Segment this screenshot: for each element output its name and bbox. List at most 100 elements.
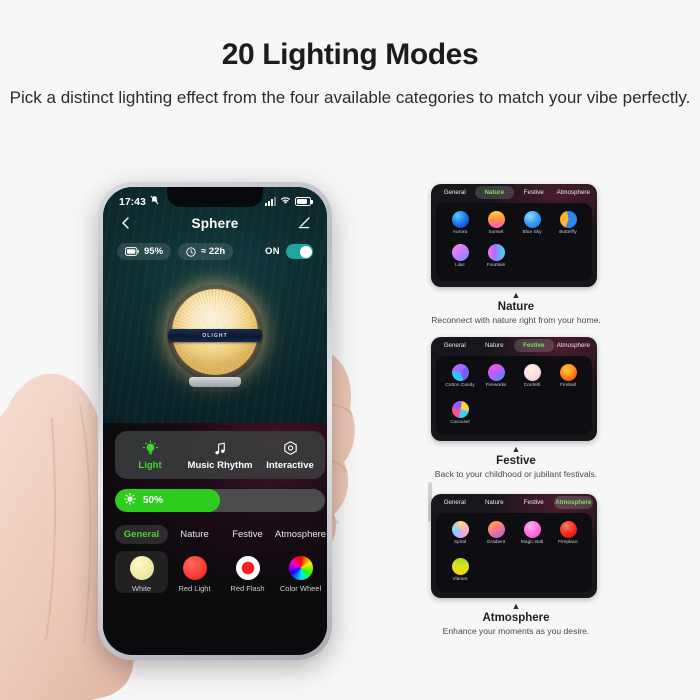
effect-label-fireball: Fireball bbox=[560, 383, 576, 388]
panel-nature-tab-nature[interactable]: Nature bbox=[474, 186, 514, 199]
effect-magic-ball[interactable]: Magic Ball bbox=[514, 521, 550, 546]
effect-swatch-magic-ball bbox=[523, 521, 541, 538]
scene-white[interactable]: White bbox=[115, 551, 168, 593]
effect-butterfly[interactable]: Butterfly bbox=[550, 211, 586, 236]
effect-blue-sky[interactable]: Blue Sky bbox=[514, 211, 550, 236]
brightness-slider[interactable]: 50% bbox=[115, 489, 325, 512]
phone-tab-festive[interactable]: Festive bbox=[221, 525, 274, 544]
panel-atmosphere-tab-general[interactable]: General bbox=[435, 496, 475, 509]
battery-level-icon bbox=[125, 247, 139, 256]
power-toggle-switch[interactable] bbox=[286, 244, 313, 259]
effect-cotton-candy[interactable]: Cotton Candy bbox=[442, 364, 478, 389]
effect-label-blue-sky: Blue Sky bbox=[522, 230, 542, 235]
effect-fireplace[interactable]: Fireplace bbox=[550, 521, 586, 546]
panel-festive-body: Cotton Candy Fireworks Confetti Fireball bbox=[436, 356, 592, 435]
panel-nature-tab-atmosphere[interactable]: Atmosphere bbox=[554, 186, 594, 199]
music-note-icon bbox=[185, 439, 255, 457]
panel-atmosphere-tab-atmosphere[interactable]: Atmosphere bbox=[553, 496, 593, 509]
effect-lilac[interactable]: Lilac bbox=[442, 243, 478, 269]
mode-item-music-rhythm[interactable]: Music Rhythm bbox=[185, 439, 255, 471]
panel-atmosphere-caption: ▲ Atmosphere Enhance your moments as you… bbox=[431, 601, 601, 636]
hexagon-target-icon bbox=[255, 439, 325, 457]
effect-swatch-fountain bbox=[487, 243, 505, 261]
panel-nature-tab-festive[interactable]: Festive bbox=[514, 186, 554, 199]
panel-festive-tab-general[interactable]: General bbox=[435, 339, 475, 352]
panel-festive: General Nature Festive Atmosphere Cotton… bbox=[431, 337, 597, 441]
mode-item-light[interactable]: Light bbox=[115, 439, 185, 471]
effect-swatch-lilac bbox=[451, 243, 469, 261]
phone-tab-atmosphere[interactable]: Atmosphere bbox=[274, 525, 327, 544]
panel-cell-empty bbox=[550, 558, 586, 583]
effect-swatch-blue-sky bbox=[523, 211, 541, 228]
effect-confetti[interactable]: Confetti bbox=[514, 364, 550, 389]
effect-aurora[interactable]: Aurora bbox=[442, 211, 478, 236]
effect-label-carousel: Carousel bbox=[450, 419, 470, 425]
panel-festive-tab-festive[interactable]: Festive bbox=[514, 339, 554, 352]
status-time: 17:43 bbox=[119, 195, 146, 208]
effect-swatch-cotton-candy bbox=[451, 364, 469, 381]
panel-festive-tab-nature[interactable]: Nature bbox=[475, 339, 515, 352]
effect-label-aurora: Aurora bbox=[452, 230, 468, 235]
effect-carousel[interactable]: Carousel bbox=[442, 400, 478, 426]
effect-swatch-butterfly bbox=[559, 211, 577, 228]
effect-label-butterfly: Butterfly bbox=[559, 230, 577, 235]
effect-spiral[interactable]: Spiral bbox=[442, 521, 478, 546]
panel-cell-empty bbox=[478, 401, 514, 426]
battery-icon bbox=[295, 197, 313, 206]
panel-atmosphere-name: Atmosphere bbox=[482, 611, 550, 624]
chevron-left-icon[interactable] bbox=[118, 215, 134, 231]
effect-swatch-confetti bbox=[523, 364, 541, 381]
panel-row: Spiral Gradient Magic Ball Fireplace bbox=[442, 521, 586, 546]
scene-swatch-red-flash bbox=[235, 556, 260, 580]
panel-row: Lilac Fountain bbox=[442, 243, 586, 269]
panel-festive-name: Festive bbox=[496, 454, 536, 467]
panel-group-atmosphere: General Nature Festive Atmosphere Spiral… bbox=[431, 494, 601, 636]
effect-label-fountain: Fountain bbox=[486, 262, 506, 268]
panel-group-festive: General Nature Festive Atmosphere Cotton… bbox=[431, 337, 601, 479]
lamp-band: OLIGHT bbox=[168, 329, 262, 342]
effect-fountain[interactable]: Fountain bbox=[478, 243, 514, 269]
clock-icon bbox=[186, 246, 196, 257]
phone-tab-general[interactable]: General bbox=[115, 525, 168, 544]
scene-label-white: White bbox=[131, 584, 152, 593]
pencil-edit-icon[interactable] bbox=[296, 215, 312, 231]
effect-gradient[interactable]: Gradient bbox=[478, 521, 514, 546]
panel-atmosphere-body: Spiral Gradient Magic Ball Fireplace Vib… bbox=[436, 513, 592, 592]
panel-nature-caption: ▲ Nature Reconnect with nature right fro… bbox=[431, 291, 601, 326]
phone-category-tabs: General Nature Festive Atmosphere bbox=[115, 525, 327, 544]
phone-scene-grid: White Red Light Red Flash Color Wheel bbox=[115, 551, 327, 607]
panel-nature-tab-general[interactable]: General bbox=[435, 186, 475, 199]
panel-nature: General Nature Festive Atmosphere Aurora… bbox=[431, 184, 597, 287]
effect-label-sunset: Sunset bbox=[488, 230, 504, 235]
effect-sunset[interactable]: Sunset bbox=[478, 211, 514, 236]
effect-swatch-aurora bbox=[451, 211, 469, 228]
panel-cell-empty bbox=[514, 401, 550, 426]
phone-tab-nature[interactable]: Nature bbox=[168, 525, 221, 544]
effect-label-confetti: Confetti bbox=[523, 383, 541, 388]
panel-row: Carousel bbox=[442, 400, 586, 426]
lamp-base bbox=[189, 377, 241, 387]
panel-atmosphere-tab-nature[interactable]: Nature bbox=[475, 496, 515, 509]
scene-color-wheel[interactable]: Color Wheel bbox=[274, 551, 327, 593]
header: 20 Lighting Modes Pick a distinct lighti… bbox=[0, 0, 700, 110]
phone-screen: 17:43 Sphere 95% ≈ 22h ON OLIGHT Light M… bbox=[103, 187, 327, 655]
panel-cell-empty bbox=[514, 244, 550, 269]
effect-fireball[interactable]: Fireball bbox=[550, 364, 586, 389]
effect-label-vibrant: Vibrant bbox=[452, 576, 468, 582]
panel-nature-tabs: General Nature Festive Atmosphere bbox=[431, 184, 597, 201]
panel-row: Cotton Candy Fireworks Confetti Fireball bbox=[442, 364, 586, 389]
scene-swatch-red-light bbox=[182, 556, 207, 580]
power-toggle-group[interactable]: ON bbox=[265, 244, 313, 259]
effect-label-gradient: Gradient bbox=[486, 540, 506, 545]
panel-festive-tab-atmosphere[interactable]: Atmosphere bbox=[554, 339, 594, 352]
effect-vibrant[interactable]: Vibrant bbox=[442, 557, 478, 583]
scene-red-light[interactable]: Red Light bbox=[168, 551, 221, 593]
panel-atmosphere-tab-festive[interactable]: Festive bbox=[514, 496, 554, 509]
effect-fireworks[interactable]: Fireworks bbox=[478, 364, 514, 389]
panel-cell-empty bbox=[550, 401, 586, 426]
scene-red-flash[interactable]: Red Flash bbox=[221, 551, 274, 593]
mode-selector-card: Light Music Rhythm Interactive bbox=[115, 431, 325, 479]
effect-swatch-spiral bbox=[451, 521, 469, 538]
mode-item-interactive[interactable]: Interactive bbox=[255, 439, 325, 471]
brightness-slider-fill: 50% bbox=[115, 489, 220, 512]
